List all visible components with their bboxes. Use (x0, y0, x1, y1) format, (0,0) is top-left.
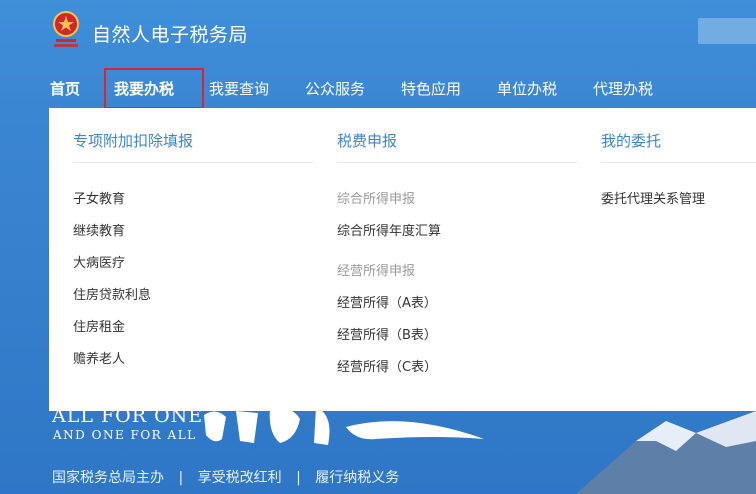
slogan-english-line-1: ALL FOR ONE (52, 411, 204, 427)
column-title-my-delegation[interactable]: 我的委托 (601, 130, 661, 151)
nav-item-unit-tax[interactable]: 单位办税 (497, 78, 557, 99)
banner-tagline: 国家税务总局主办 | 享受税改红利 | 履行纳税义务 (52, 467, 409, 487)
mountain-image (576, 411, 756, 494)
tax-emblem-icon[interactable] (50, 10, 82, 50)
slogan-english-line-2: AND ONE FOR ALL (53, 428, 197, 442)
site-header: 自然人电子税务局 (0, 0, 756, 64)
menu-item-continuing-education[interactable]: 继续教育 (73, 220, 125, 239)
header-search-box[interactable] (698, 18, 756, 44)
group-label-comprehensive-income: 综合所得申报 (337, 192, 416, 207)
column-title-tax-filing[interactable]: 税费申报 (337, 130, 397, 151)
menu-item-delegation-management[interactable]: 委托代理关系管理 (601, 188, 705, 207)
dropdown-menu: 专项附加扣除填报 子女教育 继续教育 大病医疗 住房贷款利息 住房租金 赡养老人… (49, 108, 756, 411)
menu-item-serious-illness[interactable]: 大病医疗 (73, 252, 125, 271)
nav-item-public-service[interactable]: 公众服务 (305, 78, 365, 99)
calligraphy-slogan-image (204, 411, 484, 445)
tagline-obligation: 履行纳税义务 (315, 470, 400, 486)
nav-item-featured-apps[interactable]: 特色应用 (401, 78, 461, 99)
column-divider (337, 162, 577, 163)
tagline-benefit: 享受税改红利 (197, 470, 282, 486)
menu-item-housing-rent[interactable]: 住房租金 (73, 316, 125, 335)
nav-item-agent-tax[interactable]: 代理办税 (593, 78, 653, 99)
column-title-special-deductions[interactable]: 专项附加扣除填报 (73, 130, 193, 151)
site-title[interactable]: 自然人电子税务局 (92, 20, 248, 47)
hero-banner: ALL FOR ONE AND ONE FOR ALL 国家税务总局主办 | 享… (0, 411, 756, 494)
menu-item-housing-loan-interest[interactable]: 住房贷款利息 (73, 284, 151, 303)
menu-item-business-income-b[interactable]: 经营所得（B表） (337, 324, 437, 343)
tagline-organizer: 国家税务总局主办 (52, 470, 164, 486)
menu-item-annual-reconciliation[interactable]: 综合所得年度汇算 (337, 220, 441, 239)
column-divider (73, 162, 313, 163)
nav-item-query[interactable]: 我要查询 (209, 78, 269, 99)
group-label-business-income: 经营所得申报 (337, 264, 416, 279)
tagline-separator: | (296, 470, 301, 486)
column-divider (601, 162, 756, 163)
menu-item-business-income-c[interactable]: 经营所得（C表） (337, 356, 437, 375)
menu-item-elderly-support[interactable]: 赡养老人 (73, 348, 125, 367)
nav-highlight-box (104, 68, 204, 109)
nav-item-home[interactable]: 首页 (50, 78, 80, 99)
menu-item-business-income-a[interactable]: 经营所得（A表） (337, 292, 437, 311)
tagline-separator: | (178, 470, 184, 486)
menu-item-children-education[interactable]: 子女教育 (73, 188, 125, 207)
